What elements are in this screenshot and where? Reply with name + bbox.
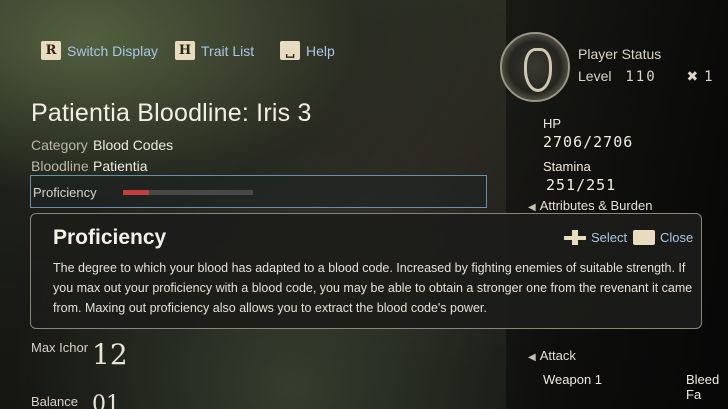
arrow-icon: ◀ — [528, 352, 536, 363]
switch-display-label: Switch Display — [67, 42, 159, 59]
tooltip-title: Proficiency — [53, 226, 167, 249]
bloodline-value: Patientia — [93, 158, 148, 174]
bleed-label: Bleed Fa — [686, 372, 720, 402]
stamina-label: Stamina — [543, 159, 591, 174]
proficiency-tooltip: Proficiency Select Close The degree to w… — [30, 213, 702, 329]
h-key-icon: H — [175, 41, 195, 60]
r-key-icon: R — [41, 41, 61, 60]
stamina-value: 251/251 — [546, 176, 617, 194]
arrow-icon: ◀ — [528, 202, 536, 213]
proficiency-bar — [123, 190, 253, 195]
level-value: 110 — [625, 69, 657, 85]
hp-label: HP — [543, 116, 562, 131]
space-key-icon — [633, 230, 655, 245]
bloodline-row: Bloodline Patientia — [31, 158, 147, 174]
blood-code-title: Patientia Bloodline: Iris 3 — [31, 99, 312, 127]
bloodline-label: Bloodline — [31, 158, 89, 174]
max-ichor-label: Max Ichor — [31, 340, 89, 355]
help-hint[interactable]: ␣ Help — [280, 41, 335, 60]
select-label: Select — [591, 230, 628, 245]
attack-label: Attack — [539, 348, 576, 363]
trait-list-label: Trait List — [201, 42, 255, 59]
dpad-icon — [564, 230, 586, 245]
weapon-1-label: Weapon 1 — [543, 372, 603, 387]
trait-list-hint[interactable]: H Trait List — [175, 41, 254, 60]
balance-value: 01 — [92, 392, 120, 409]
space-key-icon: ␣ — [280, 41, 300, 60]
level-row: Level 110 ✖ 1 — [578, 68, 713, 85]
bloodline-emblem-icon — [500, 32, 570, 102]
player-status-title: Player Status — [578, 46, 662, 62]
attributes-burden-label: Attributes & Burden — [539, 198, 653, 213]
attributes-burden-header[interactable]: ◀ Attributes & Burden — [528, 198, 652, 213]
select-hint[interactable]: Select — [564, 230, 627, 245]
attack-header[interactable]: ◀ Attack — [528, 348, 576, 363]
haze-value: 1 — [704, 69, 713, 85]
close-hint[interactable]: Close — [633, 230, 693, 245]
tooltip-description: The degree to which your blood has adapt… — [53, 261, 693, 315]
haze-icon: ✖ — [686, 68, 699, 84]
help-label: Help — [306, 42, 335, 59]
max-ichor-value: 12 — [92, 338, 128, 371]
proficiency-bar-fill — [123, 190, 149, 195]
proficiency-label: Proficiency — [33, 185, 97, 200]
category-label: Category — [31, 137, 88, 153]
close-label: Close — [660, 230, 694, 245]
level-label: Level — [578, 68, 612, 84]
proficiency-row[interactable]: Proficiency — [30, 175, 487, 208]
hp-value: 2706/2706 — [543, 133, 634, 151]
category-row: Category Blood Codes — [31, 137, 173, 153]
switch-display-hint[interactable]: R Switch Display — [41, 41, 158, 60]
category-value: Blood Codes — [93, 137, 174, 153]
balance-label: Balance — [31, 394, 78, 409]
